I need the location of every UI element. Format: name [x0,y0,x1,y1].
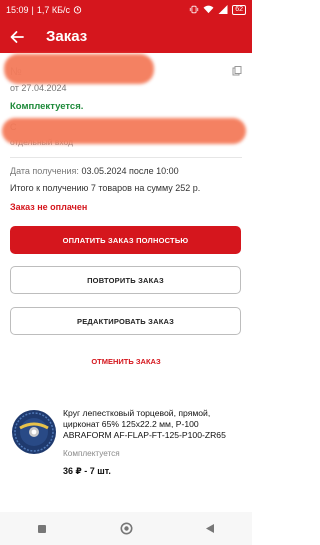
product-item[interactable]: Круг лепестковый торцевой, прямой, цирко… [10,402,242,482]
receive-date-value: 03.05.2024 после 10:00 [81,166,179,176]
recents-square-icon [38,524,46,533]
repeat-order-button[interactable]: ПОВТОРИТЬ ЗАКАЗ [10,266,241,294]
battery-level: 62 [235,6,243,13]
order-date: от 27.04.2024 [10,83,67,93]
order-total: Итого к получению 7 товаров на сумму 252… [10,183,201,193]
copy-icon[interactable] [232,63,242,81]
payment-status: Заказ не оплачен [10,202,88,212]
cancel-order-button[interactable]: ОТМЕНИТЬ ЗАКАЗ [0,357,252,366]
product-name: Круг лепестковый торцевой, прямой, цирко… [63,408,226,440]
arrow-left-icon [10,30,24,43]
recents-button[interactable] [27,514,57,544]
product-price: 36 ₽ - 7 шт. [63,466,111,476]
product-info: Круг лепестковый торцевой, прямой, цирко… [63,408,245,477]
status-left: 15:09 | 1,7 КБ/с [6,5,82,16]
product-status: Комплектуется [63,449,120,458]
product-image [10,408,58,456]
system-nav-bar [0,512,252,545]
divider [10,157,242,158]
app-bar: Заказ [0,20,252,53]
status-network-speed: 1,7 КБ/с [36,5,71,15]
battery-icon: 62 [232,5,246,15]
status-separator: | [31,5,34,15]
edit-order-button[interactable]: РЕДАКТИРОВАТЬ ЗАКАЗ [10,307,241,335]
delivery-address: С отдельный вход [2,118,246,154]
receive-date-label: Дата получения: [10,166,79,176]
back-triangle-icon [206,524,214,533]
back-button[interactable] [2,20,32,53]
order-state: Комплектуется. [10,101,84,112]
back-nav-button[interactable] [195,514,225,544]
receive-date-line: Дата получения: 03.05.2024 после 10:00 [10,166,179,176]
signal-icon [218,4,228,16]
vibrate-icon [189,5,199,16]
home-circle-icon [120,522,132,535]
redaction-overlay [2,118,246,144]
status-bar: 15:09 | 1,7 КБ/с 62 [0,0,252,20]
page-title: Заказ [46,28,88,45]
alarm-icon [73,5,82,16]
status-time: 15:09 [6,5,29,15]
order-summary: № от 27.04.2024 Комплектуется. [4,54,242,112]
redaction-overlay [4,54,154,84]
status-right: 62 [189,4,246,16]
home-button[interactable] [111,514,141,544]
wifi-icon [203,5,214,16]
pay-order-button[interactable]: ОПЛАТИТЬ ЗАКАЗ ПОЛНОСТЬЮ [10,226,241,254]
